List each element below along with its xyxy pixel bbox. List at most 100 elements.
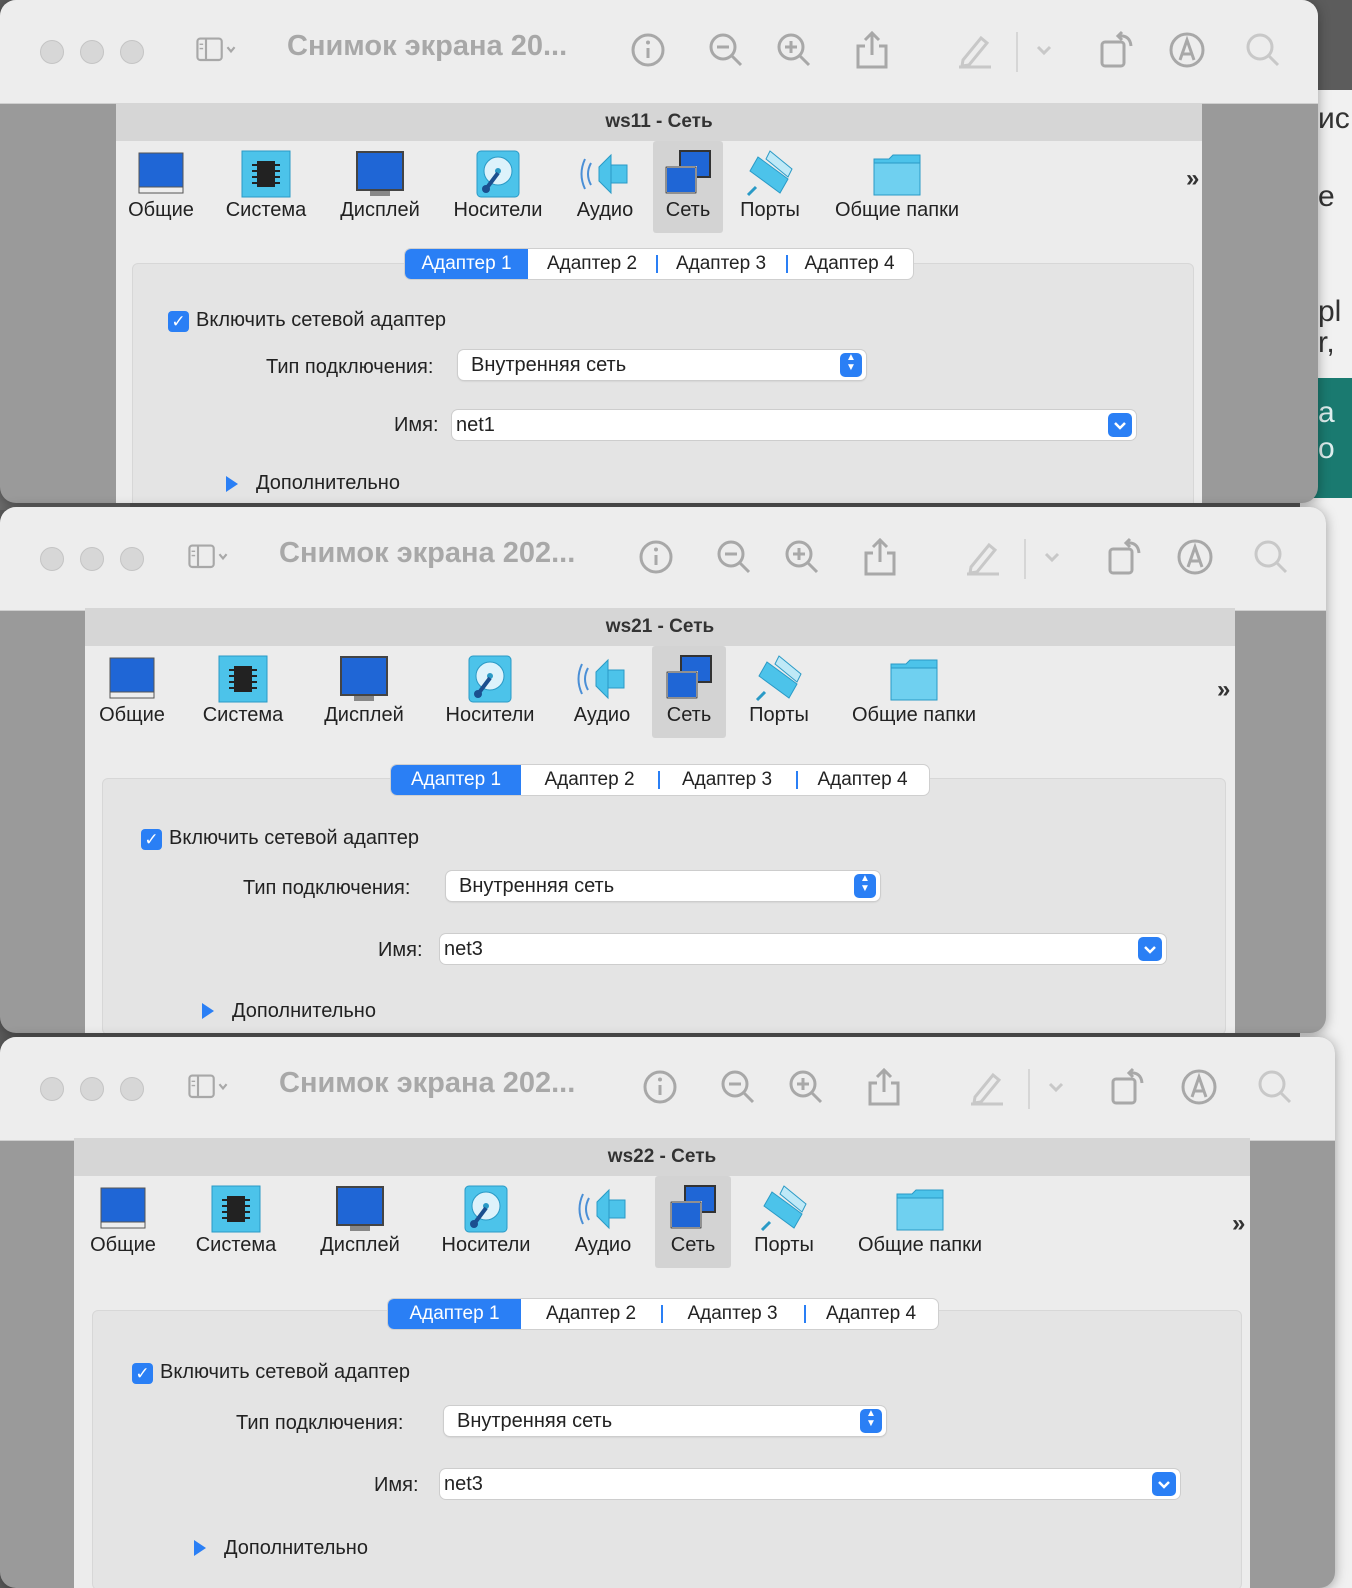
zoom-in-icon[interactable]	[782, 537, 822, 577]
search-icon[interactable]	[1243, 30, 1283, 70]
network-name-combobox[interactable]: net3	[440, 1469, 1180, 1499]
tab-adapter-2[interactable]: Адаптер 2	[528, 249, 656, 279]
enable-adapter-checkbox[interactable]: ✓	[168, 311, 189, 332]
info-icon[interactable]	[628, 30, 668, 70]
enable-adapter-checkbox[interactable]: ✓	[141, 829, 162, 850]
tool-ports[interactable]: Порты	[744, 1176, 824, 1268]
network-name-combobox[interactable]: net1	[452, 410, 1136, 440]
chevron-down-icon[interactable]	[1024, 30, 1064, 70]
zoom-window-button[interactable]	[120, 547, 144, 571]
tool-ports[interactable]: Порты	[735, 646, 823, 738]
tab-adapter-3[interactable]: Адаптер 3	[661, 1299, 804, 1329]
info-icon[interactable]	[640, 1067, 680, 1107]
zoom-out-icon[interactable]	[714, 537, 754, 577]
rotate-icon[interactable]	[1097, 30, 1137, 70]
advanced-label[interactable]: Дополнительно	[256, 472, 400, 495]
tab-adapter-4[interactable]: Адаптер 4	[804, 1299, 938, 1329]
chevron-down-icon[interactable]	[1152, 1472, 1176, 1496]
tool-shared-folder[interactable]: Общие папки	[823, 141, 971, 233]
share-icon[interactable]	[860, 537, 900, 577]
close-window-button[interactable]	[40, 547, 64, 571]
more-tools-chevron-icon[interactable]: »	[1186, 165, 1199, 193]
tool-label: Сеть	[665, 199, 711, 221]
tool-shared-folder[interactable]: Общие папки	[840, 646, 988, 738]
disclosure-triangle-icon[interactable]	[226, 476, 238, 492]
minimize-window-button[interactable]	[80, 40, 104, 64]
tool-audio-speaker[interactable]: Аудио	[564, 1176, 642, 1268]
tool-system-chip[interactable]: Система	[186, 1176, 286, 1268]
chevron-down-icon[interactable]	[1108, 413, 1132, 437]
advanced-label[interactable]: Дополнительно	[224, 1537, 368, 1560]
rotate-icon[interactable]	[1105, 537, 1145, 577]
tab-adapter-1[interactable]: Адаптер 1	[391, 765, 521, 795]
share-icon[interactable]	[852, 30, 892, 70]
zoom-in-icon[interactable]	[774, 30, 814, 70]
rotate-icon[interactable]	[1108, 1067, 1148, 1107]
tool-display-monitor[interactable]: Дисплей	[308, 1176, 412, 1268]
markup-icon[interactable]	[963, 537, 1003, 577]
tool-storage-disk[interactable]: Носители	[449, 141, 547, 233]
tool-display-monitor[interactable]: Дисплей	[336, 141, 424, 233]
zoom-window-button[interactable]	[120, 40, 144, 64]
close-window-button[interactable]	[40, 1077, 64, 1101]
tool-general[interactable]: Общие	[126, 141, 196, 233]
tool-display-monitor[interactable]: Дисплей	[315, 646, 413, 738]
zoom-window-button[interactable]	[120, 1077, 144, 1101]
chevron-down-icon[interactable]	[1032, 537, 1072, 577]
tab-adapter-4[interactable]: Адаптер 4	[796, 765, 929, 795]
tool-storage-disk[interactable]: Носители	[440, 646, 540, 738]
tool-network[interactable]: Сеть	[653, 141, 723, 233]
more-tools-chevron-icon[interactable]: »	[1217, 676, 1230, 704]
highlight-icon[interactable]	[1167, 30, 1207, 70]
tool-audio-speaker[interactable]: Аудио	[567, 646, 637, 738]
info-icon[interactable]	[636, 537, 676, 577]
attachment-type-select[interactable]: Внутренняя сеть ▲ ▼	[458, 350, 866, 380]
attachment-type-select[interactable]: Внутренняя сеть ▲ ▼	[446, 871, 880, 901]
tool-shared-folder[interactable]: Общие папки	[842, 1176, 998, 1268]
tool-ports[interactable]: Порты	[734, 141, 806, 233]
sidebar-icon[interactable]	[188, 1067, 228, 1107]
tab-adapter-1[interactable]: Адаптер 1	[388, 1299, 521, 1329]
chevron-down-icon[interactable]	[1138, 937, 1162, 961]
network-name-label: Имя:	[394, 414, 439, 436]
ports-icon	[753, 654, 805, 704]
network-name-combobox[interactable]: net3	[440, 934, 1166, 964]
tab-adapter-3[interactable]: Адаптер 3	[656, 249, 786, 279]
tool-general[interactable]: Общие	[97, 646, 167, 738]
advanced-label[interactable]: Дополнительно	[232, 1000, 376, 1023]
zoom-in-icon[interactable]	[786, 1067, 826, 1107]
highlight-icon[interactable]	[1175, 537, 1215, 577]
more-tools-chevron-icon[interactable]: »	[1232, 1210, 1245, 1238]
tool-general[interactable]: Общие	[84, 1176, 162, 1268]
sidebar-icon[interactable]	[188, 537, 228, 577]
tool-storage-disk[interactable]: Носители	[433, 1176, 539, 1268]
enable-adapter-checkbox[interactable]: ✓	[132, 1363, 153, 1384]
tool-audio-speaker[interactable]: Аудио	[570, 141, 640, 233]
disclosure-triangle-icon[interactable]	[194, 1540, 206, 1556]
minimize-window-button[interactable]	[80, 1077, 104, 1101]
tab-adapter-2[interactable]: Адаптер 2	[521, 765, 658, 795]
zoom-out-icon[interactable]	[718, 1067, 758, 1107]
tab-adapter-4[interactable]: Адаптер 4	[786, 249, 913, 279]
markup-icon[interactable]	[955, 30, 995, 70]
updown-arrows-icon: ▲ ▼	[840, 353, 862, 377]
minimize-window-button[interactable]	[80, 547, 104, 571]
tool-network[interactable]: Сеть	[652, 646, 726, 738]
tool-system-chip[interactable]: Система	[195, 646, 291, 738]
tool-network[interactable]: Сеть	[655, 1176, 731, 1268]
search-icon[interactable]	[1255, 1067, 1295, 1107]
attachment-type-select[interactable]: Внутренняя сеть ▲ ▼	[444, 1406, 886, 1436]
chevron-down-icon[interactable]	[1036, 1067, 1076, 1107]
tab-adapter-1[interactable]: Адаптер 1	[405, 249, 528, 279]
tab-adapter-2[interactable]: Адаптер 2	[521, 1299, 661, 1329]
search-icon[interactable]	[1251, 537, 1291, 577]
share-icon[interactable]	[864, 1067, 904, 1107]
disclosure-triangle-icon[interactable]	[202, 1003, 214, 1019]
highlight-icon[interactable]	[1179, 1067, 1219, 1107]
sidebar-icon[interactable]	[196, 30, 236, 70]
markup-icon[interactable]	[967, 1067, 1007, 1107]
tool-system-chip[interactable]: Система	[220, 141, 312, 233]
close-window-button[interactable]	[40, 40, 64, 64]
zoom-out-icon[interactable]	[706, 30, 746, 70]
tab-adapter-3[interactable]: Адаптер 3	[658, 765, 796, 795]
